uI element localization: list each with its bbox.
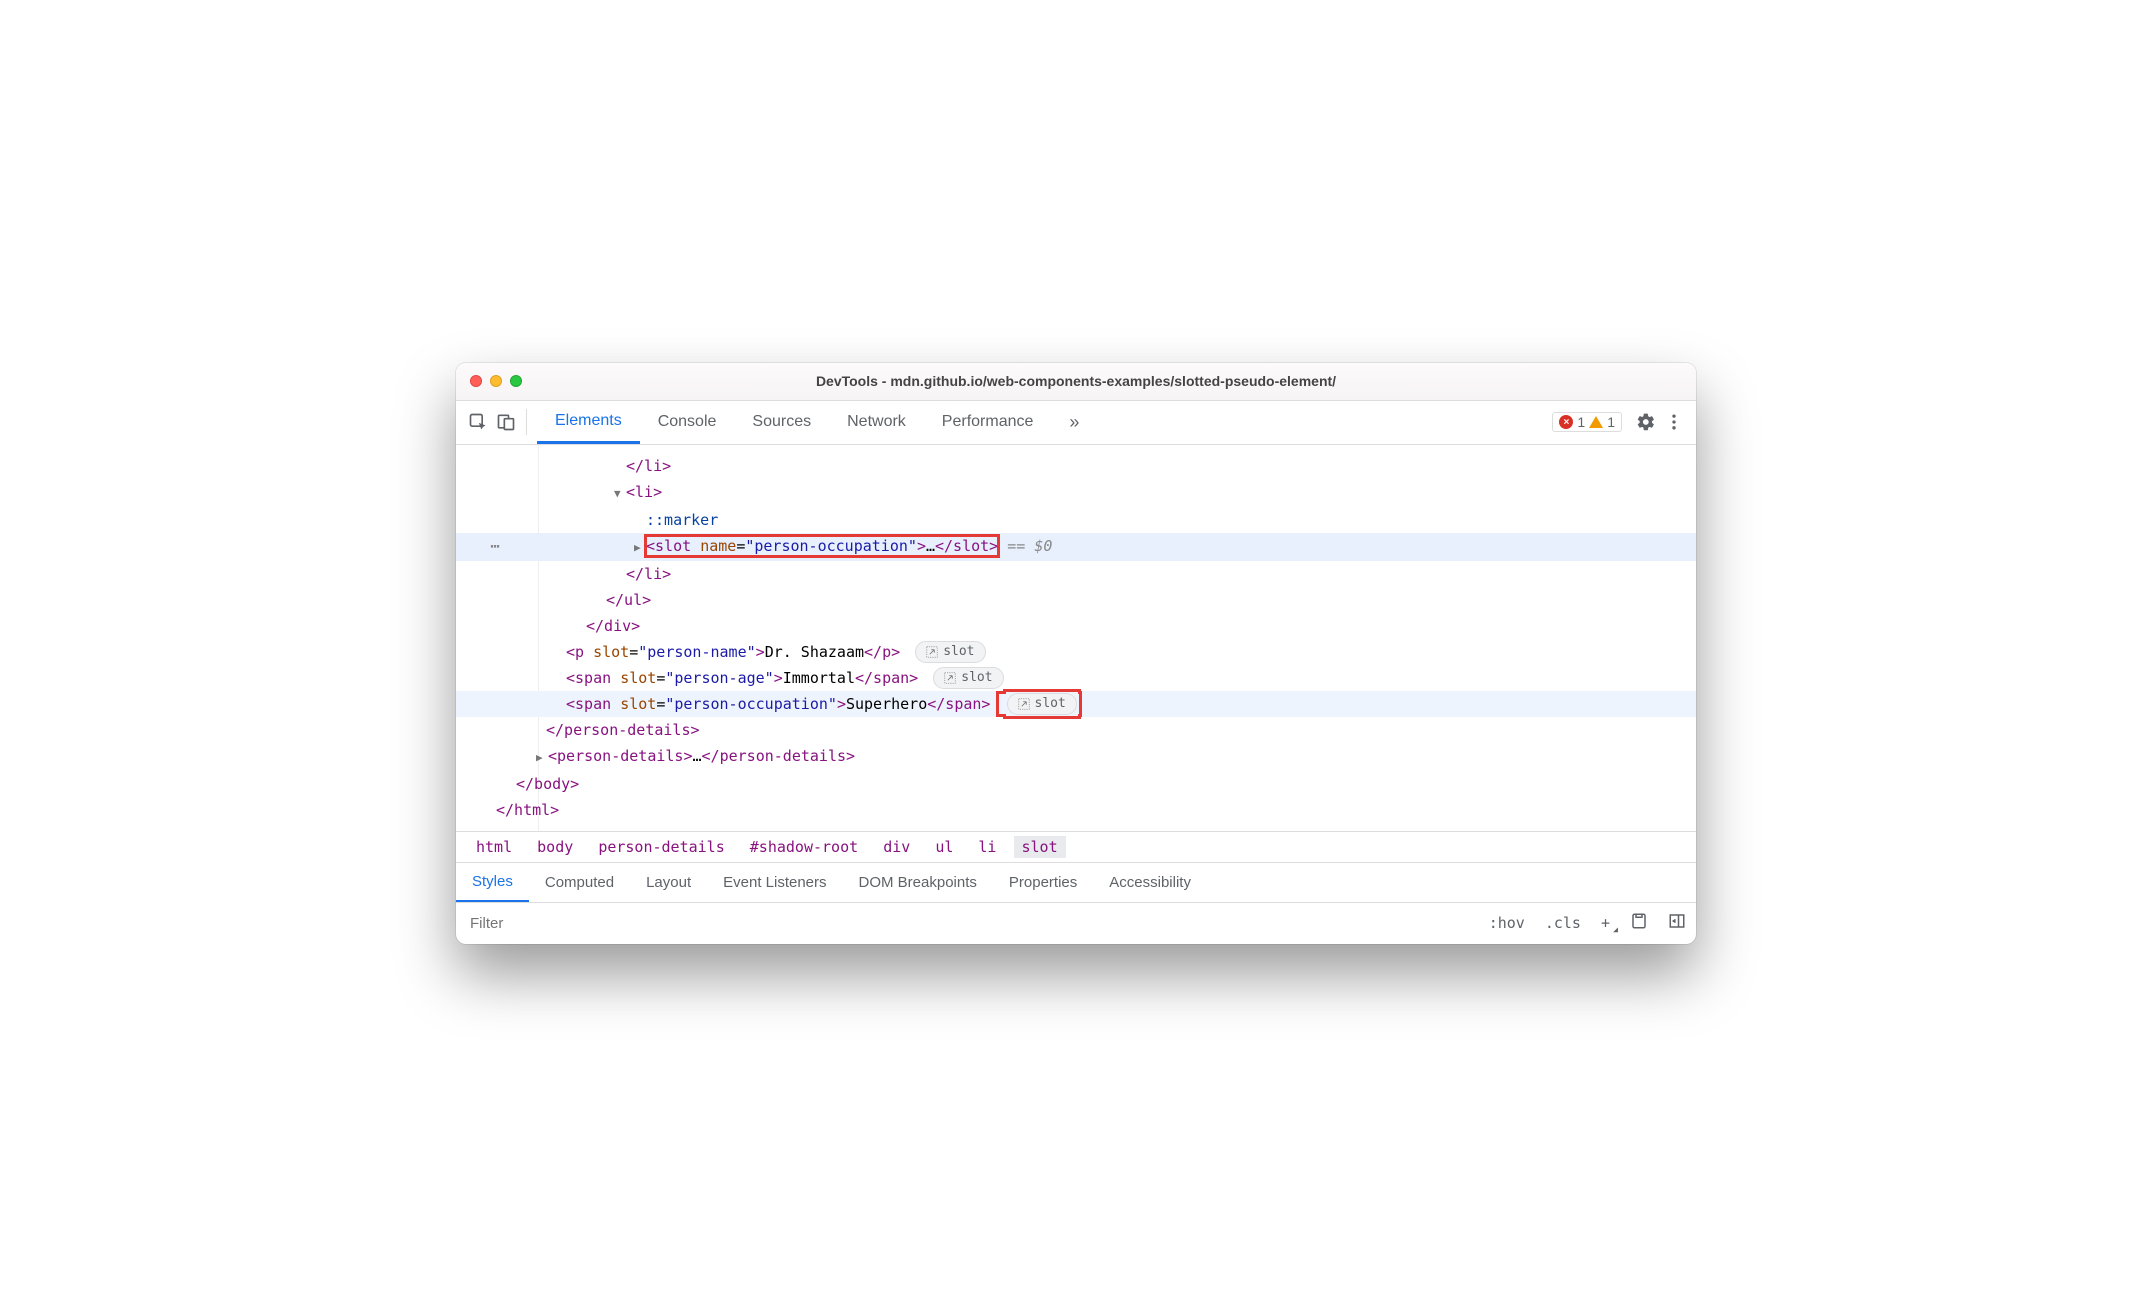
new-style-rule-icon[interactable]: +◢ — [1591, 914, 1620, 932]
collapse-icon[interactable]: ▶ — [634, 535, 646, 561]
titlebar: DevTools - mdn.github.io/web-components-… — [456, 363, 1696, 401]
slot-reveal-badge[interactable]: slot — [1007, 693, 1077, 715]
highlight-slot-badge: slot — [1000, 695, 1078, 713]
expand-icon[interactable]: ▼ — [614, 481, 626, 507]
main-tabs: Elements Console Sources Network Perform… — [537, 401, 1097, 444]
crumb-person-details[interactable]: person-details — [590, 836, 732, 858]
tab-properties[interactable]: Properties — [993, 863, 1093, 902]
toggle-sidebar-icon[interactable] — [1658, 912, 1696, 934]
warning-count: 1 — [1607, 414, 1615, 430]
styles-filter-input[interactable] — [456, 915, 1479, 932]
tab-elements[interactable]: Elements — [537, 401, 640, 444]
tab-computed[interactable]: Computed — [529, 863, 630, 902]
styles-tabs: Styles Computed Layout Event Listeners D… — [456, 862, 1696, 902]
dom-li-open[interactable]: <li> — [626, 483, 662, 501]
computed-styles-icon[interactable] — [1620, 912, 1658, 934]
crumb-html[interactable]: html — [468, 836, 520, 858]
warning-icon — [1589, 416, 1603, 428]
minimize-window-icon[interactable] — [490, 375, 502, 387]
kebab-icon[interactable] — [1660, 408, 1688, 436]
error-count: 1 — [1577, 414, 1585, 430]
highlight-slot-element: <slot name="person-occupation">…</slot> — [646, 536, 998, 556]
dom-marker[interactable]: ::marker — [646, 511, 718, 529]
dom-html-close[interactable]: </html> — [496, 801, 559, 819]
issues-counter[interactable]: × 1 1 — [1552, 412, 1622, 432]
gear-icon[interactable] — [1632, 408, 1660, 436]
tab-console[interactable]: Console — [640, 401, 735, 444]
tab-sources[interactable]: Sources — [734, 401, 829, 444]
crumb-body[interactable]: body — [529, 836, 581, 858]
crumb-shadow-root[interactable]: #shadow-root — [742, 836, 866, 858]
tab-dom-breakpoints[interactable]: DOM Breakpoints — [843, 863, 993, 902]
error-icon: × — [1559, 415, 1573, 429]
dom-span-person-age[interactable]: <span slot="person-age">Immortal</span> … — [456, 665, 1696, 691]
inspect-icon[interactable] — [464, 408, 492, 436]
dom-span-person-occupation[interactable]: <span slot="person-occupation">Superhero… — [456, 691, 1696, 717]
toolbar: Elements Console Sources Network Perform… — [456, 401, 1696, 445]
dom-person-details-close[interactable]: </person-details> — [546, 721, 700, 739]
tab-accessibility[interactable]: Accessibility — [1093, 863, 1207, 902]
window-controls — [470, 375, 522, 387]
tab-event-listeners[interactable]: Event Listeners — [707, 863, 842, 902]
cls-toggle[interactable]: .cls — [1535, 914, 1591, 932]
crumb-li[interactable]: li — [970, 836, 1004, 858]
slot-reveal-badge[interactable]: slot — [915, 641, 985, 663]
tab-styles[interactable]: Styles — [456, 863, 529, 902]
crumb-div[interactable]: div — [875, 836, 918, 858]
zoom-window-icon[interactable] — [510, 375, 522, 387]
dom-person-details-2[interactable]: ▶<person-details>…</person-details> — [456, 743, 1696, 771]
tab-more[interactable]: » — [1051, 401, 1097, 444]
row-actions-icon[interactable]: ⋯ — [456, 533, 536, 559]
dom-tree[interactable]: </li> ▼<li> ::marker ⋯▶<slot name="perso… — [456, 445, 1696, 831]
collapse-icon[interactable]: ▶ — [536, 745, 548, 771]
dom-div-close[interactable]: </div> — [586, 617, 640, 635]
window-title: DevTools - mdn.github.io/web-components-… — [456, 373, 1696, 389]
close-window-icon[interactable] — [470, 375, 482, 387]
crumb-ul[interactable]: ul — [927, 836, 961, 858]
tab-network[interactable]: Network — [829, 401, 924, 444]
console-ref: == $0 — [998, 537, 1052, 555]
device-toggle-icon[interactable] — [492, 408, 520, 436]
devtools-window: DevTools - mdn.github.io/web-components-… — [456, 363, 1696, 944]
slot-reveal-badge[interactable]: slot — [933, 667, 1003, 689]
crumb-slot[interactable]: slot — [1014, 836, 1066, 858]
selected-node[interactable]: ⋯ ▶<slot name="person-occupation">…</slot… — [456, 533, 1696, 561]
dom-li-close[interactable]: </li> — [626, 457, 671, 475]
dom-body-close[interactable]: </body> — [516, 775, 579, 793]
breadcrumb: html body person-details #shadow-root di… — [456, 831, 1696, 862]
tab-performance[interactable]: Performance — [924, 401, 1052, 444]
hov-toggle[interactable]: :hov — [1479, 914, 1535, 932]
dom-ul-close[interactable]: </ul> — [606, 591, 651, 609]
dom-p-person-name[interactable]: <p slot="person-name">Dr. Shazaam</p> sl… — [456, 639, 1696, 665]
dom-li-close2[interactable]: </li> — [626, 565, 671, 583]
styles-filter-bar: :hov .cls +◢ — [456, 902, 1696, 944]
tab-layout[interactable]: Layout — [630, 863, 707, 902]
